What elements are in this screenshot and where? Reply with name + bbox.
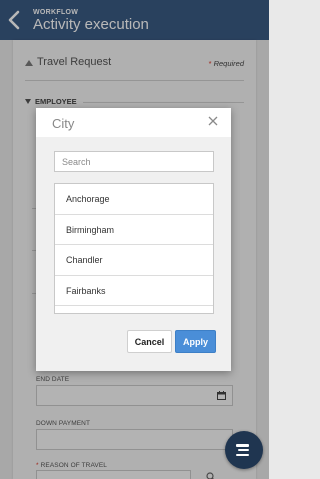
dialog-title: City <box>52 116 75 131</box>
close-icon[interactable] <box>208 116 218 126</box>
dialog-body: Anchorage Birmingham Chandler Fairbanks … <box>36 137 231 371</box>
apply-button[interactable]: Apply <box>175 330 216 353</box>
city-picker-dialog: City Anchorage Birmingham Chandler Fairb… <box>36 108 231 371</box>
city-list[interactable]: Anchorage Birmingham Chandler Fairbanks <box>54 183 214 314</box>
search-input[interactable] <box>54 151 214 172</box>
menu-fab-button[interactable] <box>225 431 263 469</box>
list-item[interactable]: Chandler <box>55 245 213 276</box>
list-item[interactable]: Anchorage <box>55 184 213 215</box>
cancel-button[interactable]: Cancel <box>127 330 172 353</box>
dialog-header: City <box>36 108 231 137</box>
list-item[interactable] <box>55 306 213 313</box>
list-item[interactable]: Fairbanks <box>55 276 213 306</box>
list-item[interactable]: Birmingham <box>55 215 213 245</box>
